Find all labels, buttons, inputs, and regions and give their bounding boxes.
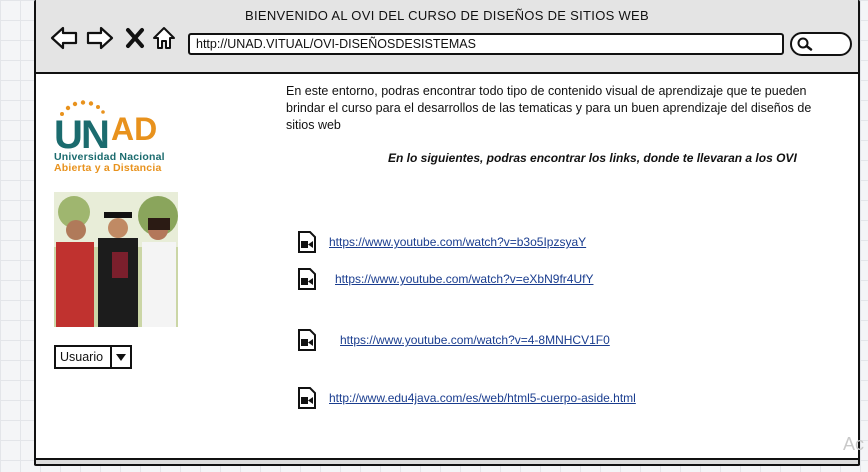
forward-arrow-icon[interactable] (86, 26, 114, 50)
window-title: BIENVENIDO AL OVI DEL CURSO DE DISEÑOS D… (245, 8, 649, 23)
link-item: https://www.youtube.com/watch?v=4-8MNHCV… (297, 328, 667, 351)
close-icon[interactable] (124, 26, 146, 50)
link-youtube-2[interactable]: https://www.youtube.com/watch?v=eXbN9fr4… (335, 272, 593, 286)
links-subtitle: En lo siguientes, podras encontrar los l… (388, 151, 797, 165)
browser-window-mockup: BIENVENIDO AL OVI DEL CURSO DE DISEÑOS D… (34, 0, 860, 466)
home-icon[interactable] (152, 26, 176, 50)
link-item: http://www.edu4java.com/es/web/html5-cue… (297, 386, 717, 409)
search-field[interactable] (790, 32, 852, 56)
back-arrow-icon[interactable] (50, 26, 78, 50)
intro-text: En este entorno, podras encontrar todo t… (286, 84, 812, 132)
search-icon (797, 37, 813, 51)
chevron-down-icon (116, 354, 126, 361)
link-item: https://www.youtube.com/watch?v=eXbN9fr4… (297, 267, 667, 290)
video-file-icon (298, 231, 316, 253)
link-item: https://www.youtube.com/watch?v=b3o5Ipzs… (297, 230, 657, 253)
link-youtube-3[interactable]: https://www.youtube.com/watch?v=4-8MNHCV… (340, 333, 610, 347)
link-youtube-1[interactable]: https://www.youtube.com/watch?v=b3o5Ipzs… (329, 235, 586, 249)
user-select-value: Usuario (60, 350, 104, 364)
dropdown-toggle[interactable] (110, 347, 130, 367)
logo-line2: Abierta y a Distancia (54, 162, 162, 174)
user-select[interactable]: Usuario (54, 345, 132, 369)
video-file-icon (298, 329, 316, 351)
activation-watermark: Ac (843, 434, 865, 454)
link-edu4java[interactable]: http://www.edu4java.com/es/web/html5-cue… (329, 391, 636, 405)
window-bottom-edge (36, 458, 858, 464)
browser-toolbar: BIENVENIDO AL OVI DEL CURSO DE DISEÑOS D… (36, 0, 858, 74)
video-file-icon (298, 268, 316, 290)
address-bar[interactable]: http://UNAD.VITUAL/OVI-DISEÑOSDESISTEMAS (188, 33, 784, 55)
graduation-photo (54, 192, 178, 327)
svg-text:AD: AD (111, 111, 157, 147)
video-file-icon (298, 387, 316, 409)
